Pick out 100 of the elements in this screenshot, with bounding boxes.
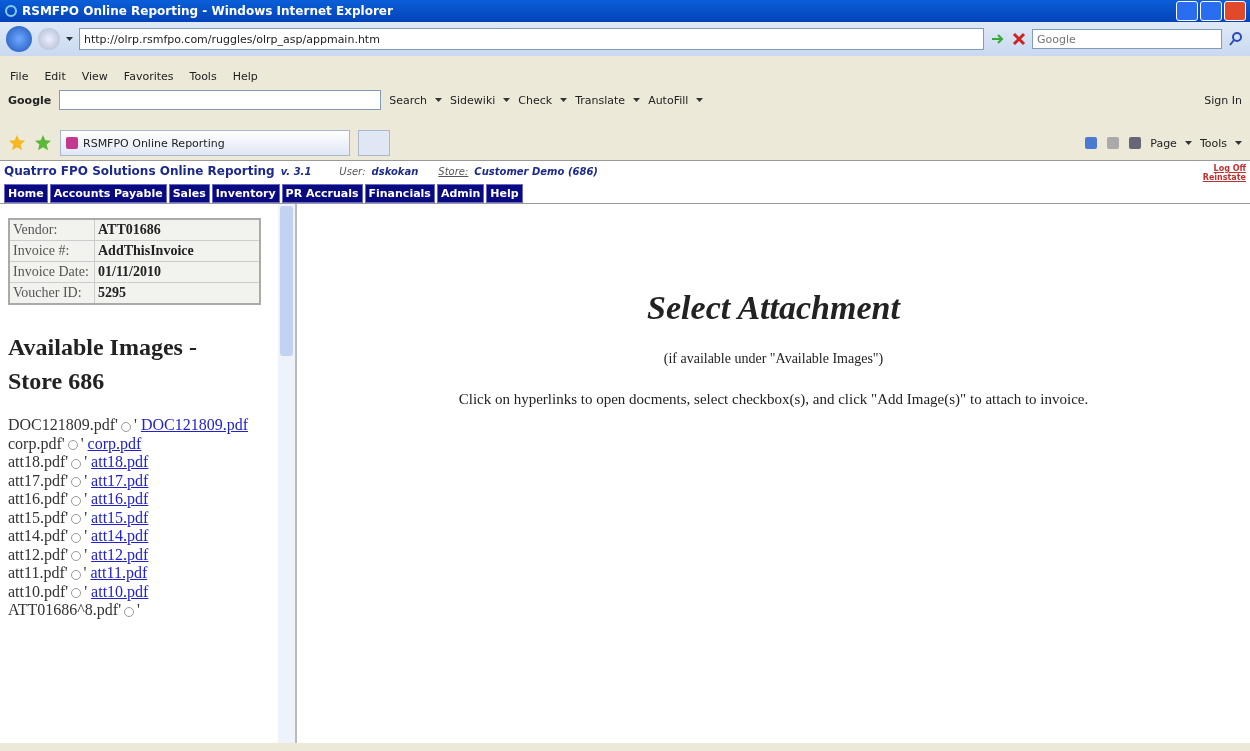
file-link[interactable]: att16.pdf <box>91 490 149 508</box>
nav-tab[interactable]: Help <box>486 184 523 203</box>
menu-item[interactable]: Help <box>232 69 258 83</box>
caret-icon <box>435 98 443 102</box>
quote-mark: ' <box>84 527 88 545</box>
radio-button[interactable] <box>71 551 82 561</box>
caret-icon <box>503 98 511 102</box>
menu-item[interactable]: Favorites <box>123 69 174 83</box>
toolbar-button[interactable]: Sidewiki <box>450 93 496 107</box>
menu-item[interactable]: Tools <box>189 69 217 83</box>
radio-button[interactable] <box>71 514 82 524</box>
browser-tab[interactable]: RSMFPO Online Reporting <box>60 130 350 156</box>
nav-tab[interactable]: Home <box>4 184 48 203</box>
file-name: att12.pdf' <box>8 545 69 563</box>
page-icon <box>65 136 79 150</box>
toolbar-button[interactable]: Check <box>518 93 553 107</box>
quote-mark: ' <box>80 434 84 452</box>
menu-item[interactable]: File <box>10 69 29 83</box>
toolbar-button[interactable]: Search <box>389 93 428 107</box>
toolbar-button[interactable]: AutoFill <box>648 93 689 107</box>
search-field[interactable]: Google <box>1032 29 1222 49</box>
nav-tab[interactable]: Accounts Payable <box>49 184 167 203</box>
caret-icon <box>66 37 73 41</box>
nav-tab[interactable]: Sales <box>168 184 210 203</box>
address-field[interactable]: http://olrp.rsmfpo.com/ruggles/olrp_asp/appmain.htm <box>79 28 984 50</box>
radio-button[interactable] <box>121 421 131 432</box>
file-link[interactable]: att17.pdf <box>91 471 149 489</box>
radio-button[interactable] <box>71 588 82 598</box>
file-link[interactable]: DOC121809.pdf <box>140 416 248 434</box>
instructions: Click on hyperlinks to open docments, select checkbox(s), and click "Add Image(s)" to attach to invoice. <box>457 391 1090 408</box>
toolbar-button[interactable]: Translate <box>575 93 626 107</box>
refresh-icon[interactable] <box>990 32 1006 46</box>
quote-mark: ' <box>84 545 88 563</box>
sign-in-button[interactable]: Sign In <box>1204 93 1242 107</box>
store-link[interactable]: Store: <box>438 166 469 177</box>
file-link[interactable]: att10.pdf <box>91 582 149 600</box>
file-link[interactable]: att14.pdf <box>91 527 149 545</box>
user-label: User: <box>339 166 366 177</box>
browser-icon <box>4 4 18 18</box>
google-logo: Google <box>8 93 52 107</box>
radio-button[interactable] <box>71 477 82 487</box>
file-link[interactable]: corp.pdf <box>87 434 142 452</box>
page-title: Select Attachment <box>646 289 902 327</box>
radio-button[interactable] <box>124 606 135 617</box>
caret-icon <box>696 98 704 102</box>
file-link[interactable]: att11.pdf <box>90 564 148 582</box>
store-name: Customer Demo (686) <box>474 166 598 177</box>
menu-item[interactable]: Edit <box>44 69 66 83</box>
caret-icon <box>560 98 568 102</box>
file-name: att15.pdf' <box>8 508 69 526</box>
nav-tab[interactable]: Inventory <box>211 184 280 203</box>
file-name: att17.pdf' <box>8 471 69 489</box>
file-name: att11.pdf' <box>8 564 68 582</box>
command-button[interactable]: Tools <box>1199 136 1227 150</box>
quote-mark: ' <box>137 601 140 619</box>
file-name: DOC121809.pdf' <box>8 416 118 434</box>
scrollbar[interactable] <box>278 204 295 743</box>
file-link[interactable]: att15.pdf <box>91 508 149 526</box>
radio-button[interactable] <box>71 458 82 469</box>
radio-button[interactable] <box>71 532 82 543</box>
nav-tab[interactable]: Admin <box>436 184 485 203</box>
new-tab-button[interactable] <box>358 130 390 156</box>
nav-tab[interactable]: Financials <box>364 184 435 203</box>
caret-icon <box>633 98 641 102</box>
radio-button[interactable] <box>67 440 78 450</box>
back-button[interactable] <box>6 26 32 52</box>
forward-button[interactable] <box>38 28 60 50</box>
quote-mark: ' <box>84 490 88 508</box>
quote-mark: ' <box>84 508 88 526</box>
command-button[interactable]: Page <box>1150 136 1177 150</box>
radio-button[interactable] <box>70 569 81 580</box>
minimize-button[interactable] <box>1176 1 1198 21</box>
menu-item[interactable]: View <box>81 69 108 83</box>
user-name: dskokan <box>371 166 419 177</box>
header-link[interactable]: Log Off <box>1213 164 1246 173</box>
nav-tab[interactable]: PR Accruals <box>281 184 363 203</box>
star-icon[interactable] <box>8 134 26 152</box>
file-name: corp.pdf' <box>8 434 65 452</box>
table-cell: Invoice Date: <box>9 261 95 283</box>
close-button[interactable] <box>1224 1 1246 21</box>
maximize-button[interactable] <box>1200 1 1222 21</box>
caret-icon <box>1235 141 1242 145</box>
file-link[interactable]: att12.pdf <box>91 545 149 563</box>
file-name: att14.pdf' <box>8 527 69 545</box>
file-name: att18.pdf' <box>8 453 69 471</box>
table-cell: Vendor: <box>9 219 95 241</box>
file-name: att16.pdf' <box>8 490 69 508</box>
header-link[interactable]: Reinstate <box>1202 173 1246 182</box>
quote-mark: ' <box>84 471 88 489</box>
quote-mark: ' <box>84 582 88 600</box>
file-name: ATT01686^8.pdf' <box>8 601 122 619</box>
app-title: Quatrro FPO Solutions Online Reporting <box>4 164 275 178</box>
version-label: v. 3.1 <box>280 166 312 177</box>
google-search-field[interactable] <box>59 90 382 110</box>
file-link[interactable]: att18.pdf <box>91 453 149 471</box>
add-favorite-icon[interactable] <box>34 134 52 152</box>
close-icon[interactable] <box>1012 32 1026 46</box>
search-icon[interactable] <box>1228 31 1244 47</box>
quote-mark: ' <box>134 416 137 434</box>
radio-button[interactable] <box>71 495 82 506</box>
